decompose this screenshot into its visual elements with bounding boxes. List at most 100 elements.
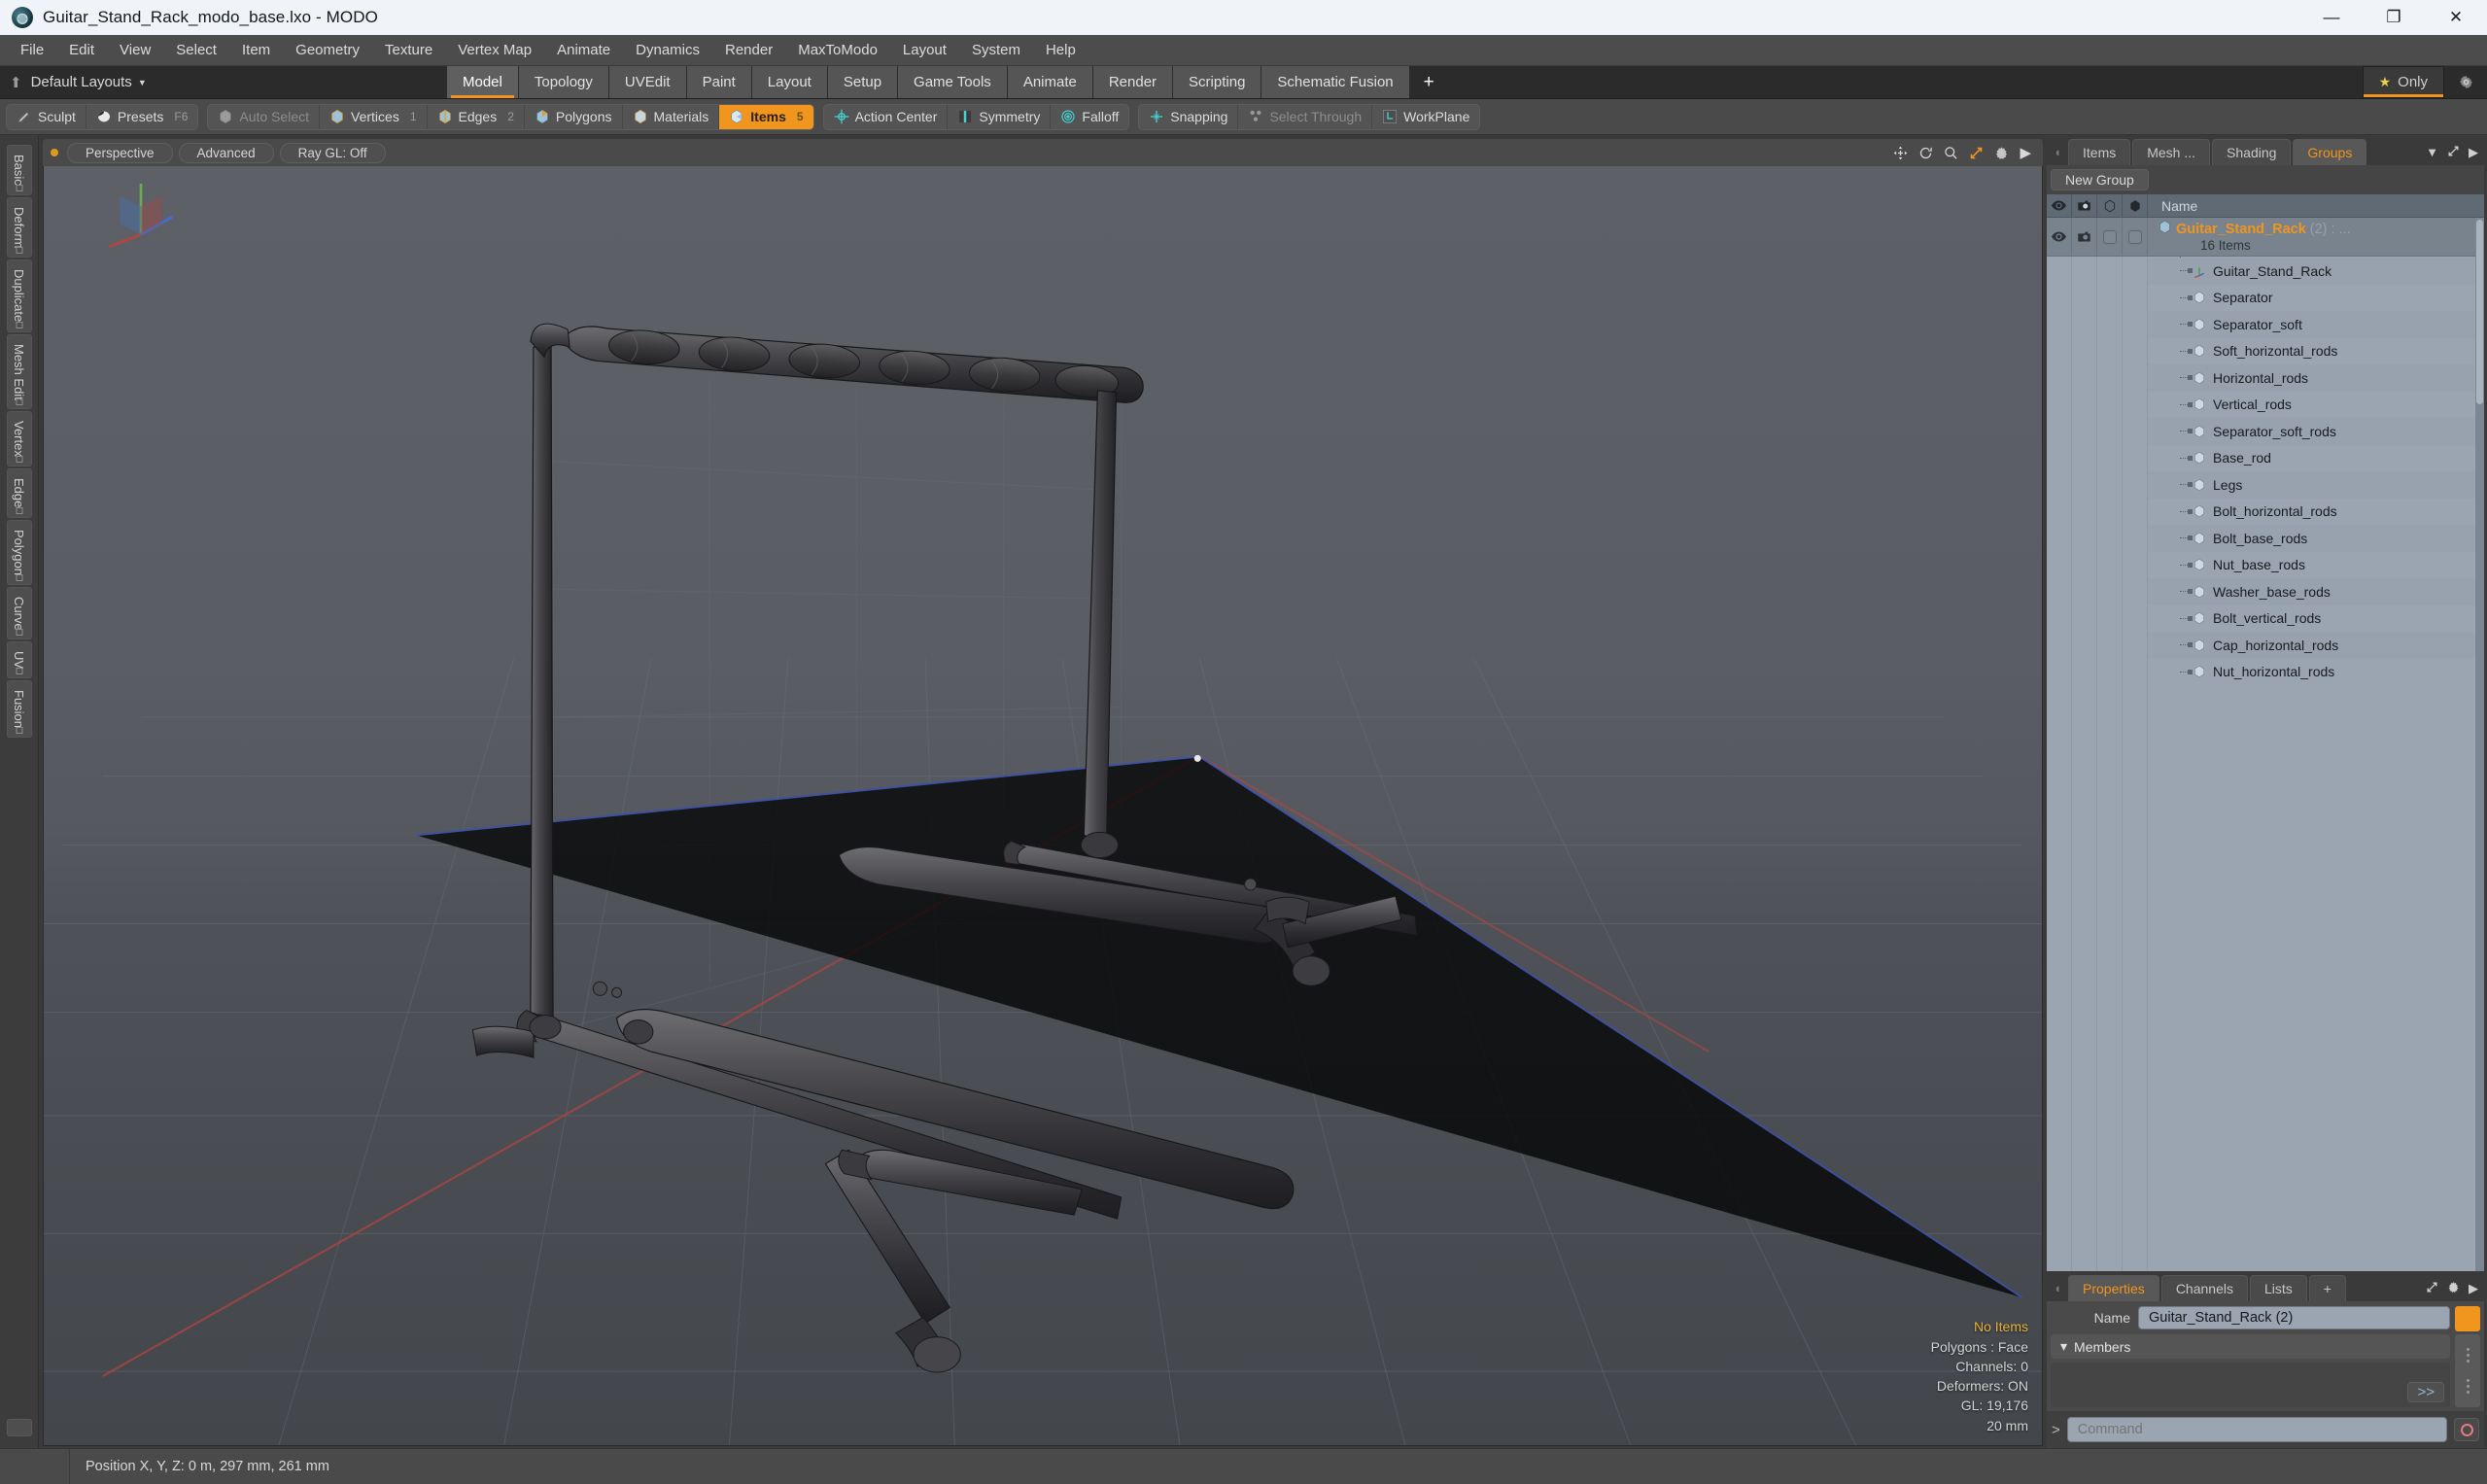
column-render-icon[interactable]: [2072, 194, 2097, 217]
action-center-button[interactable]: Action Center: [824, 104, 949, 129]
add-layout-tab-button[interactable]: +: [1409, 66, 1448, 98]
pan-icon[interactable]: [1893, 146, 1908, 160]
column-solid-cube-icon[interactable]: [2123, 194, 2148, 217]
fit-view-icon[interactable]: [1969, 146, 1984, 160]
left-tab-polygon[interactable]: Polygon: [6, 519, 32, 585]
left-tab-mesh-edit[interactable]: Mesh Edit: [6, 333, 32, 410]
menu-dynamics[interactable]: Dynamics: [623, 35, 712, 66]
properties-add-tab-button[interactable]: +: [2308, 1275, 2346, 1301]
axis-gizmo[interactable]: [97, 166, 185, 254]
left-tab-deform[interactable]: Deform: [6, 196, 32, 259]
menu-system[interactable]: System: [959, 35, 1033, 66]
select-through-button[interactable]: Select Through: [1238, 104, 1373, 129]
tree-item-row[interactable]: Cap_horizontal_rods: [2148, 632, 2484, 659]
column-visibility-eye-icon[interactable]: [2047, 194, 2072, 217]
panel-menu-dot-icon[interactable]: ◖: [2047, 139, 2068, 165]
panel-tab-lists[interactable]: Lists: [2249, 1275, 2307, 1301]
menu-layout[interactable]: Layout: [890, 35, 959, 66]
tree-item-row[interactable]: Base_rod: [2148, 444, 2484, 471]
menu-texture[interactable]: Texture: [372, 35, 445, 66]
menu-animate[interactable]: Animate: [544, 35, 623, 66]
layout-tab-schematic-fusion[interactable]: Schematic Fusion: [1261, 66, 1410, 98]
layout-tab-setup[interactable]: Setup: [827, 66, 899, 98]
layout-tab-model[interactable]: Model: [447, 66, 519, 98]
panel-tabs-overflow-chevron-icon[interactable]: ▼: [2426, 145, 2438, 159]
menu-vertex-map[interactable]: Vertex Map: [445, 35, 544, 66]
maximize-button[interactable]: ❐: [2363, 0, 2425, 35]
panel-tab-mesh[interactable]: Mesh ...: [2132, 139, 2211, 165]
menu-geometry[interactable]: Geometry: [283, 35, 372, 66]
panel-tab-properties[interactable]: Properties: [2068, 1275, 2159, 1301]
symmetry-button[interactable]: Symmetry: [948, 104, 1052, 129]
panel-tab-channels[interactable]: Channels: [2160, 1275, 2248, 1301]
left-strip-collapse-handle[interactable]: [6, 1419, 32, 1436]
left-tab-fusion[interactable]: Fusion: [6, 680, 32, 739]
left-tab-duplicate[interactable]: Duplicate: [6, 259, 32, 332]
members-section-header[interactable]: ▾ Members: [2051, 1334, 2450, 1359]
members-more-button[interactable]: >>: [2407, 1382, 2444, 1402]
rotate-icon[interactable]: [1918, 146, 1933, 160]
tree-item-row[interactable]: Bolt_base_rods: [2148, 525, 2484, 552]
tree-item-row[interactable]: Washer_base_rods: [2148, 578, 2484, 605]
properties-gear-icon[interactable]: [2447, 1281, 2460, 1296]
new-group-button[interactable]: New Group: [2051, 169, 2149, 190]
members-list-box[interactable]: >>: [2051, 1363, 2450, 1407]
tree-item-row[interactable]: Separator: [2148, 284, 2484, 311]
menu-render[interactable]: Render: [712, 35, 785, 66]
tree-scrollbar[interactable]: [2475, 218, 2484, 1271]
close-button[interactable]: ✕: [2425, 0, 2487, 35]
menu-help[interactable]: Help: [1033, 35, 1088, 66]
workplane-button[interactable]: WorkPlane: [1372, 105, 1479, 129]
command-record-button[interactable]: [2454, 1418, 2479, 1441]
layout-tab-scripting[interactable]: Scripting: [1173, 66, 1262, 98]
layout-tab-render[interactable]: Render: [1092, 66, 1174, 98]
polygons-button[interactable]: Polygons: [525, 104, 623, 129]
layout-tab-paint[interactable]: Paint: [686, 66, 752, 98]
panel-expand-icon[interactable]: [2447, 145, 2460, 160]
menu-edit[interactable]: Edit: [56, 35, 107, 66]
viewport-3d-canvas[interactable]: No Items Polygons : Face Channels: 0 Def…: [43, 166, 2043, 1446]
tree-selected-group-row[interactable]: Guitar_Stand_Rack (2) : ... 16 Items: [2047, 218, 2484, 257]
items-button[interactable]: Items 5: [719, 104, 813, 129]
layout-tab-game-tools[interactable]: Game Tools: [898, 66, 1008, 98]
menu-view[interactable]: View: [107, 35, 163, 66]
tree-item-row[interactable]: Legs: [2148, 471, 2484, 499]
edges-button[interactable]: Edges 2: [428, 104, 525, 129]
tree-item-row[interactable]: Bolt_vertical_rods: [2148, 604, 2484, 632]
left-tab-edge[interactable]: Edge: [6, 468, 32, 518]
groups-tree[interactable]: Name Guitar_Stand_Rack (2): ... 16 Item…: [2047, 194, 2484, 1271]
tree-item-row[interactable]: Horizontal_rods: [2148, 364, 2484, 392]
left-tab-curve[interactable]: Curve: [6, 586, 32, 640]
properties-expand-icon[interactable]: [2426, 1281, 2438, 1296]
viewport-shading-button[interactable]: Advanced: [178, 142, 274, 163]
row-visibility-eye-icon[interactable]: [2047, 218, 2072, 256]
tree-item-row[interactable]: Vertical_rods: [2148, 391, 2484, 418]
presets-button[interactable]: Presets F6: [86, 105, 197, 129]
layout-tab-animate[interactable]: Animate: [1007, 66, 1093, 98]
settings-gear-icon[interactable]: [2444, 66, 2487, 98]
viewport-raygl-button[interactable]: Ray GL: Off: [279, 142, 386, 163]
left-tab-vertex[interactable]: Vertex: [6, 411, 32, 467]
row-render-icon[interactable]: [2072, 218, 2097, 256]
left-tab-uv[interactable]: UV: [6, 641, 32, 679]
viewport-settings-gear-icon[interactable]: [1994, 146, 2009, 160]
snapping-button[interactable]: Snapping: [1139, 104, 1239, 129]
panel-tab-shading[interactable]: Shading: [2212, 139, 2292, 165]
column-wireframe-cube-icon[interactable]: [2097, 194, 2123, 217]
panel-menu-arrow-icon[interactable]: ▶: [2469, 145, 2478, 160]
properties-color-swatch[interactable]: [2455, 1306, 2480, 1331]
sculpt-button[interactable]: Sculpt: [7, 104, 86, 129]
left-tab-basic[interactable]: Basic: [6, 145, 32, 195]
layout-tab-topology[interactable]: Topology: [518, 66, 609, 98]
menu-file[interactable]: File: [8, 35, 56, 66]
command-input[interactable]: [2066, 1417, 2447, 1442]
viewport-menu-arrow-icon[interactable]: ▶: [2020, 144, 2031, 161]
row-solid-checkbox[interactable]: [2123, 218, 2148, 256]
tree-item-row[interactable]: Nut_horizontal_rods: [2148, 658, 2484, 685]
panel-tab-groups[interactable]: Groups: [2293, 139, 2367, 165]
vertices-button[interactable]: Vertices 1: [320, 104, 428, 129]
viewport-perspective-button[interactable]: Perspective: [67, 142, 173, 163]
falloff-button[interactable]: Falloff: [1051, 105, 1128, 129]
menu-item[interactable]: Item: [229, 35, 283, 66]
zoom-icon[interactable]: [1944, 146, 1958, 160]
